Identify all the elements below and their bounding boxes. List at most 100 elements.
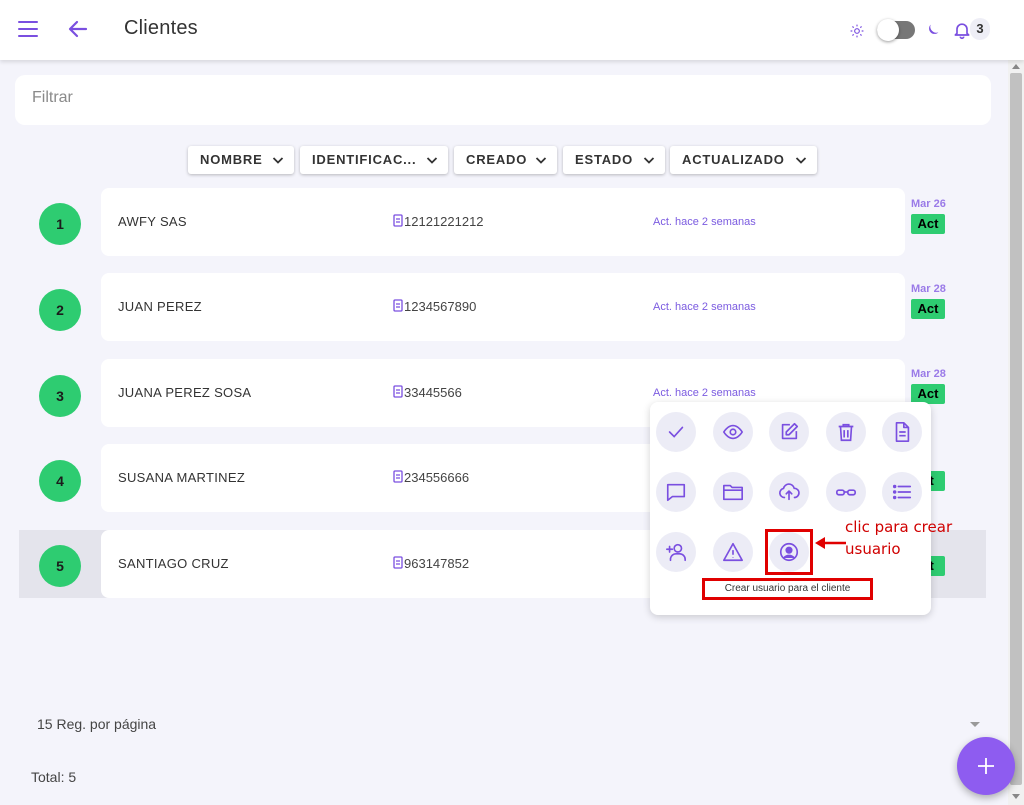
sort-label: NOMBRE [200,152,263,167]
sort-actualizado-button[interactable]: ACTUALIZADO [670,146,817,174]
add-client-button[interactable] [957,737,1015,795]
folder-icon [723,484,743,501]
annotation-text: clic para crear usuario [845,516,952,560]
sort-label: ESTADO [575,152,634,167]
glasses-icon [836,489,856,496]
folder-button[interactable] [713,472,753,512]
client-name: JUAN PEREZ [118,299,202,314]
status-badge: Act [911,299,945,319]
row-date: Mar 28 [911,368,946,380]
updated-text: Act. hace 2 semanas [653,216,756,228]
approve-button[interactable] [656,412,696,452]
warning-icon [723,542,743,562]
list-button[interactable] [882,472,922,512]
client-name: SUSANA MARTINEZ [118,470,246,485]
client-id: 234556666 [393,470,469,485]
annotation-line-1: clic para crear [845,518,953,536]
theme-toggle[interactable] [877,19,915,41]
chevron-down-icon [272,157,284,164]
sort-estado-button[interactable]: ESTADO [563,146,665,174]
status-badge: Act [911,384,945,404]
id-card-icon [393,470,403,483]
row-date: Mar 28 [911,283,946,295]
client-id-value: 12121221212 [404,214,484,229]
warning-button[interactable] [713,532,753,572]
client-name: AWFY SAS [118,214,187,229]
sort-nombre-button[interactable]: NOMBRE [188,146,294,174]
annotation-highlight-box [765,529,813,575]
chevron-down-icon [426,157,438,164]
trash-icon [838,423,854,442]
create-user-tooltip: Crear usuario para el cliente [702,578,873,600]
client-name: SANTIAGO CRUZ [118,556,229,571]
id-card-icon [393,214,403,227]
table-row[interactable]: AWFY SAS 12121221212 Act. hace 2 semanas [101,188,905,256]
client-id-value: 33445566 [404,385,462,400]
id-card-icon [393,556,403,569]
sort-label: IDENTIFICAC... [312,152,417,167]
moon-icon [929,24,939,34]
client-id: 1234567890 [393,299,476,314]
view-button[interactable] [713,412,753,452]
row-number: 1 [39,203,81,245]
back-arrow-icon[interactable] [66,17,90,41]
chevron-down-icon [643,157,655,164]
row-date: Mar 26 [911,198,946,210]
sort-label: CREADO [466,152,528,167]
scrollbar-thumb[interactable] [1010,73,1022,785]
filter-container [15,75,991,125]
upload-button[interactable] [769,472,809,512]
client-id: 12121221212 [393,214,484,229]
total-count: Total: 5 [31,769,77,785]
per-page-select[interactable]: 15 Reg. por página [37,716,156,732]
row-number: 3 [39,375,81,417]
chevron-down-icon [795,157,807,164]
delete-button[interactable] [826,412,866,452]
annotation-arrow-icon [815,537,846,549]
filter-input[interactable] [32,89,932,107]
plus-icon [978,758,994,774]
client-id-value: 1234567890 [404,299,477,314]
row-number: 5 [39,545,81,587]
comment-icon [666,483,686,502]
sort-creado-button[interactable]: CREADO [454,146,557,174]
client-name: JUANA PEREZ SOSA [118,385,252,400]
dropdown-caret-icon[interactable] [970,722,980,727]
chevron-down-icon [535,157,547,164]
eye-icon [722,424,744,440]
status-badge: Act [911,214,945,234]
document-button[interactable] [882,412,922,452]
sort-label: ACTUALIZADO [682,152,785,167]
client-id-value: 963147852 [404,556,470,571]
id-card-icon [393,299,403,312]
updated-text: Act. hace 2 semanas [653,387,756,399]
add-user-button[interactable] [656,532,696,572]
updated-text: Act. hace 2 semanas [653,301,756,313]
check-icon [668,426,684,438]
edit-icon [781,422,799,440]
list-icon [892,484,912,500]
sun-icon [850,24,864,38]
document-icon [895,422,910,442]
id-card-icon [393,385,403,398]
review-button[interactable] [826,472,866,512]
edit-button[interactable] [769,412,809,452]
cloud-upload-icon [779,483,800,501]
add-user-icon [666,543,686,562]
table-row[interactable]: JUAN PEREZ 1234567890 Act. hace 2 semana… [101,273,905,341]
comment-button[interactable] [656,472,696,512]
app-header: Clientes 3 [0,0,1024,60]
page-title: Clientes [124,17,198,39]
scroll-up-arrow[interactable] [1012,64,1020,69]
sort-identificacion-button[interactable]: IDENTIFICAC... [300,146,448,174]
client-id: 33445566 [393,385,462,400]
scroll-down-arrow[interactable] [1012,794,1020,799]
row-number: 2 [39,289,81,331]
bell-icon[interactable] [952,20,972,40]
annotation-line-2: usuario [845,540,901,558]
menu-icon[interactable] [18,21,38,37]
client-id-value: 234556666 [404,470,470,485]
client-id: 963147852 [393,556,469,571]
row-number: 4 [39,460,81,502]
notification-badge: 3 [970,18,990,40]
